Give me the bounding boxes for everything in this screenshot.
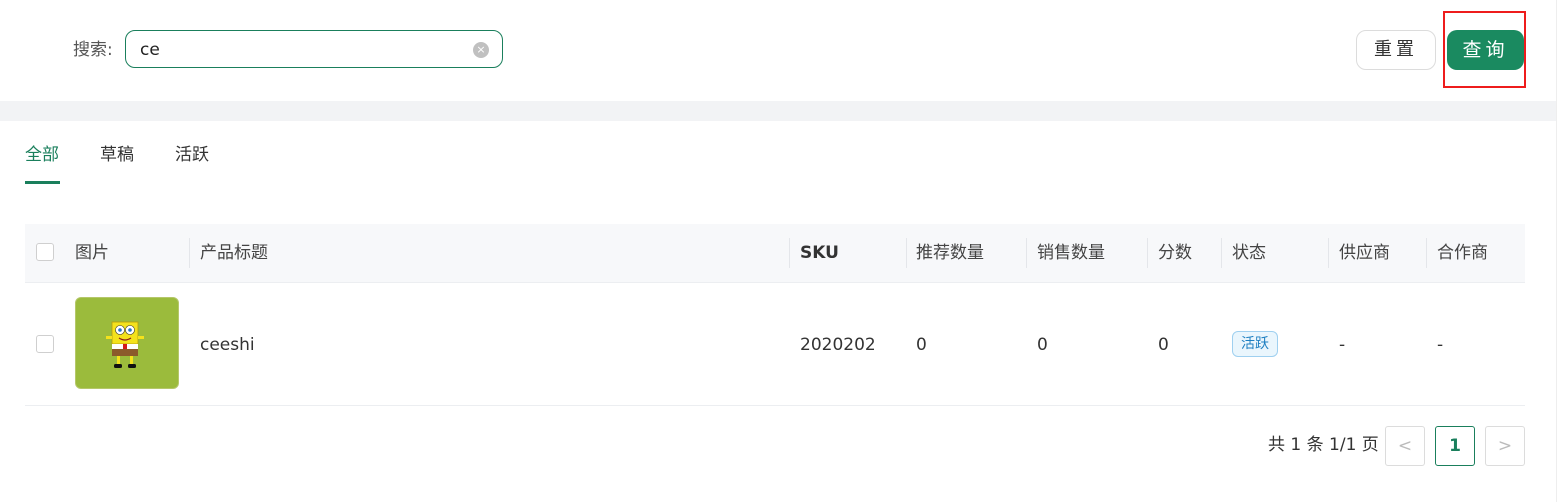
- clear-icon[interactable]: ×: [473, 42, 489, 58]
- score: 0: [1158, 335, 1169, 355]
- column-header-sku: SKU: [800, 243, 839, 263]
- column-header-recommended-qty: 推荐数量: [916, 243, 984, 263]
- column-separator: [189, 238, 190, 268]
- query-button-highlight: [1443, 11, 1526, 88]
- product-title[interactable]: ceeshi: [200, 333, 255, 357]
- column-separator: [789, 238, 790, 268]
- status-badge: 活跃: [1232, 331, 1278, 357]
- pagination-summary: 共 1 条 1/1 页: [1268, 435, 1379, 455]
- spongebob-product-image-icon: [106, 321, 144, 368]
- chevron-right-icon: >: [1497, 436, 1513, 456]
- column-separator: [1026, 238, 1027, 268]
- product-thumbnail[interactable]: [75, 297, 179, 389]
- search-input[interactable]: [140, 38, 460, 62]
- section-divider: [0, 101, 1556, 121]
- column-header-supplier: 供应商: [1339, 243, 1390, 263]
- column-header-image: 图片: [75, 243, 109, 263]
- partner: -: [1437, 335, 1444, 355]
- tab-active[interactable]: 活跃: [175, 143, 209, 167]
- column-separator: [906, 238, 907, 268]
- search-box[interactable]: ×: [125, 30, 503, 68]
- search-label: 搜索:: [73, 40, 113, 60]
- next-page-button[interactable]: >: [1485, 426, 1525, 466]
- column-separator: [1328, 238, 1329, 268]
- column-header-sales-qty: 销售数量: [1037, 243, 1105, 263]
- row-checkbox[interactable]: [36, 335, 54, 353]
- column-separator: [1221, 238, 1222, 268]
- sales-qty: 0: [1037, 335, 1048, 355]
- product-sku: 2020202: [800, 335, 876, 355]
- column-header-title: 产品标题: [200, 243, 268, 263]
- column-separator: [1147, 238, 1148, 268]
- scrollbar[interactable]: [1556, 0, 1566, 502]
- prev-page-button[interactable]: <: [1385, 426, 1425, 466]
- chevron-left-icon: <: [1397, 436, 1413, 456]
- tab-draft[interactable]: 草稿: [100, 143, 134, 167]
- select-all-checkbox[interactable]: [36, 243, 54, 261]
- reset-button[interactable]: 重置: [1356, 30, 1436, 70]
- supplier: -: [1339, 335, 1346, 355]
- column-header-partner: 合作商: [1437, 243, 1488, 263]
- column-separator: [1426, 238, 1427, 268]
- recommended-qty: 0: [916, 335, 927, 355]
- table-row[interactable]: ceeshi 2020202 0 0 0 活跃 - -: [25, 283, 1525, 406]
- tab-all[interactable]: 全部: [25, 143, 59, 167]
- search-panel: 搜索: × 重置 查询: [0, 0, 1556, 101]
- column-header-status: 状态: [1232, 243, 1266, 263]
- table-header: 图片 产品标题 SKU 推荐数量 销售数量 分数 状态 供应商 合作商: [25, 224, 1525, 283]
- tab-active-indicator: [25, 181, 60, 184]
- column-header-score: 分数: [1158, 243, 1192, 263]
- page-1-button[interactable]: 1: [1435, 426, 1475, 466]
